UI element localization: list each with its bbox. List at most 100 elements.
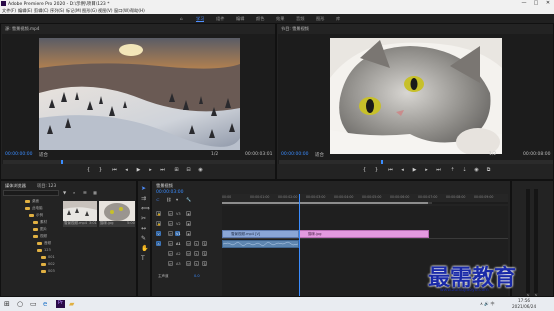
- timeline-settings-icon[interactable]: 🔧: [186, 197, 191, 203]
- source-viewer[interactable]: [2, 34, 275, 164]
- program-playhead[interactable]: [381, 160, 383, 164]
- insert-icon[interactable]: ⊞: [173, 167, 180, 173]
- source-scrub-bar[interactable]: [3, 160, 275, 164]
- add-marker-icon[interactable]: ▾: [176, 197, 178, 202]
- snap-icon[interactable]: ⊂: [156, 197, 160, 202]
- extract-icon[interactable]: ⇣: [461, 167, 468, 173]
- tree-item-sample[interactable]: 示例: [36, 213, 43, 218]
- slip-tool-icon[interactable]: ↔: [141, 225, 146, 232]
- hand-tool-icon[interactable]: ✋: [141, 245, 148, 252]
- mute-button[interactable]: M: [186, 261, 191, 266]
- timeline-tab[interactable]: 雪景视频: [156, 183, 173, 189]
- clock-time[interactable]: 17:56: [518, 298, 530, 303]
- track-select-tool-icon[interactable]: ⇉: [141, 195, 146, 202]
- sync-lock-icon[interactable]: ⇄: [168, 241, 173, 246]
- tab-media-browser[interactable]: 媒体浏览器: [5, 183, 26, 189]
- solo-button[interactable]: S: [194, 261, 199, 266]
- linked-selection-icon[interactable]: ⛓: [166, 197, 171, 203]
- frame-forward-icon[interactable]: ▸: [147, 167, 154, 173]
- sync-lock-icon[interactable]: ⇄: [168, 261, 173, 266]
- lock-icon[interactable]: 🔒: [156, 221, 161, 226]
- file-explorer-icon[interactable]: ▰: [69, 300, 78, 308]
- program-frame-back-icon[interactable]: ◂: [399, 167, 406, 173]
- icon-view-icon[interactable]: ▦: [93, 190, 97, 195]
- clip-image-cat[interactable]: 猫咪.jpg: [299, 230, 429, 238]
- tree-item-002[interactable]: 002: [48, 262, 55, 266]
- program-mark-out-icon[interactable]: }: [373, 167, 380, 173]
- program-viewer[interactable]: [278, 34, 553, 164]
- tree-item-assets[interactable]: 素材: [40, 220, 47, 225]
- system-tray[interactable]: ∧ 🔊 中: [480, 301, 494, 307]
- source-timecode[interactable]: 00:00:00:00: [5, 152, 32, 157]
- mic-icon[interactable]: 🎙: [202, 261, 207, 266]
- export-frame-icon[interactable]: ◉: [197, 167, 204, 173]
- minimize-button[interactable]: —: [518, 0, 530, 7]
- workspace-assembly[interactable]: 组件: [216, 16, 224, 22]
- thumb-cat[interactable]: 猫咪.jpg 5:00: [99, 201, 135, 227]
- eye-icon[interactable]: ◉: [186, 211, 191, 216]
- selection-tool-icon[interactable]: ➤: [141, 185, 146, 192]
- tree-item-desktop[interactable]: 桌面: [32, 199, 39, 204]
- workspace-audio[interactable]: 音频: [296, 16, 304, 22]
- source-resolution-dropdown[interactable]: 1/2: [211, 152, 218, 157]
- clip-video-snow[interactable]: 雪景视频.mp4 [V]: [222, 230, 299, 238]
- program-mark-in-icon[interactable]: {: [361, 167, 368, 173]
- source-patch-a1[interactable]: A: [156, 241, 161, 246]
- clip-audio-snow[interactable]: [222, 240, 299, 248]
- program-fit-dropdown[interactable]: 适合: [315, 152, 324, 158]
- program-scrub-bar[interactable]: [279, 160, 553, 164]
- mic-icon[interactable]: 🎙: [202, 241, 207, 246]
- search-taskbar-icon[interactable]: ○: [17, 300, 26, 308]
- tree-item-pc[interactable]: 此电脑: [32, 206, 43, 211]
- razor-tool-icon[interactable]: ✂: [141, 215, 146, 222]
- tree-item-123[interactable]: 123: [44, 248, 51, 252]
- timeline-ruler[interactable]: 00:00 00:00:01:00 00:00:02:00 00:00:03:0…: [222, 194, 508, 202]
- solo-button[interactable]: S: [194, 251, 199, 256]
- thumb-snow[interactable]: 雪景视频.mp4 3:01: [63, 201, 97, 227]
- timeline-timecode[interactable]: 00:00:03:00: [156, 190, 183, 195]
- media-browser-location[interactable]: [3, 190, 59, 196]
- list-view-icon[interactable]: ☰: [83, 190, 87, 195]
- workspace-edit[interactable]: 编辑: [236, 16, 244, 22]
- task-view-icon[interactable]: ▭: [30, 300, 39, 308]
- close-button[interactable]: ✕: [542, 0, 554, 7]
- program-play-icon[interactable]: ▶: [411, 167, 418, 173]
- program-timecode[interactable]: 00:00:00:00: [281, 152, 308, 157]
- lock-icon[interactable]: 🔒: [156, 211, 161, 216]
- step-back-icon[interactable]: ⏮: [111, 167, 118, 173]
- frame-back-icon[interactable]: ◂: [123, 167, 130, 173]
- workspace-graphics[interactable]: 图形: [316, 16, 324, 22]
- sync-lock-icon[interactable]: ⇄: [168, 251, 173, 256]
- mark-out-icon[interactable]: }: [97, 167, 104, 173]
- source-monitor-tab[interactable]: 源: 雪景视频.mp4: [5, 26, 39, 32]
- workspace-color[interactable]: 颜色: [256, 16, 264, 22]
- tree-item-video[interactable]: 视频: [40, 234, 47, 239]
- lift-icon[interactable]: ⇡: [449, 167, 456, 173]
- source-playhead[interactable]: [61, 160, 63, 164]
- edge-browser-icon[interactable]: e: [43, 300, 52, 308]
- program-frame-forward-icon[interactable]: ▸: [423, 167, 430, 173]
- filter-icon[interactable]: ▼: [63, 190, 66, 195]
- tree-item-003[interactable]: 003: [48, 269, 55, 273]
- program-monitor-tab[interactable]: 节目: 雪景视频: [281, 26, 309, 32]
- program-resolution-dropdown[interactable]: 1/2: [489, 152, 496, 157]
- tree-item-images[interactable]: 图片: [40, 227, 47, 232]
- search-icon[interactable]: ⌕: [73, 190, 75, 195]
- program-export-frame-icon[interactable]: ◉: [473, 167, 480, 173]
- tree-item-001[interactable]: 001: [48, 255, 55, 259]
- source-patch-v1[interactable]: V: [156, 231, 161, 236]
- premiere-taskbar-icon[interactable]: Pr: [56, 300, 65, 308]
- mute-button[interactable]: M: [186, 251, 191, 256]
- mark-in-icon[interactable]: {: [85, 167, 92, 173]
- workspace-effects[interactable]: 效果: [276, 16, 284, 22]
- program-step-forward-icon[interactable]: ⏭: [435, 167, 442, 173]
- clock-date[interactable]: 2021/06/24: [512, 304, 536, 309]
- sync-lock-icon[interactable]: ⇄: [168, 231, 173, 236]
- timeline-playhead[interactable]: [299, 194, 300, 296]
- tab-project[interactable]: 项目: 123: [37, 183, 56, 189]
- comparison-view-icon[interactable]: ⧉: [485, 167, 492, 173]
- mic-icon[interactable]: 🎙: [202, 251, 207, 256]
- step-forward-icon[interactable]: ⏭: [159, 167, 166, 173]
- workspace-libraries[interactable]: 库: [336, 16, 340, 22]
- ripple-edit-tool-icon[interactable]: ⟺: [141, 205, 150, 212]
